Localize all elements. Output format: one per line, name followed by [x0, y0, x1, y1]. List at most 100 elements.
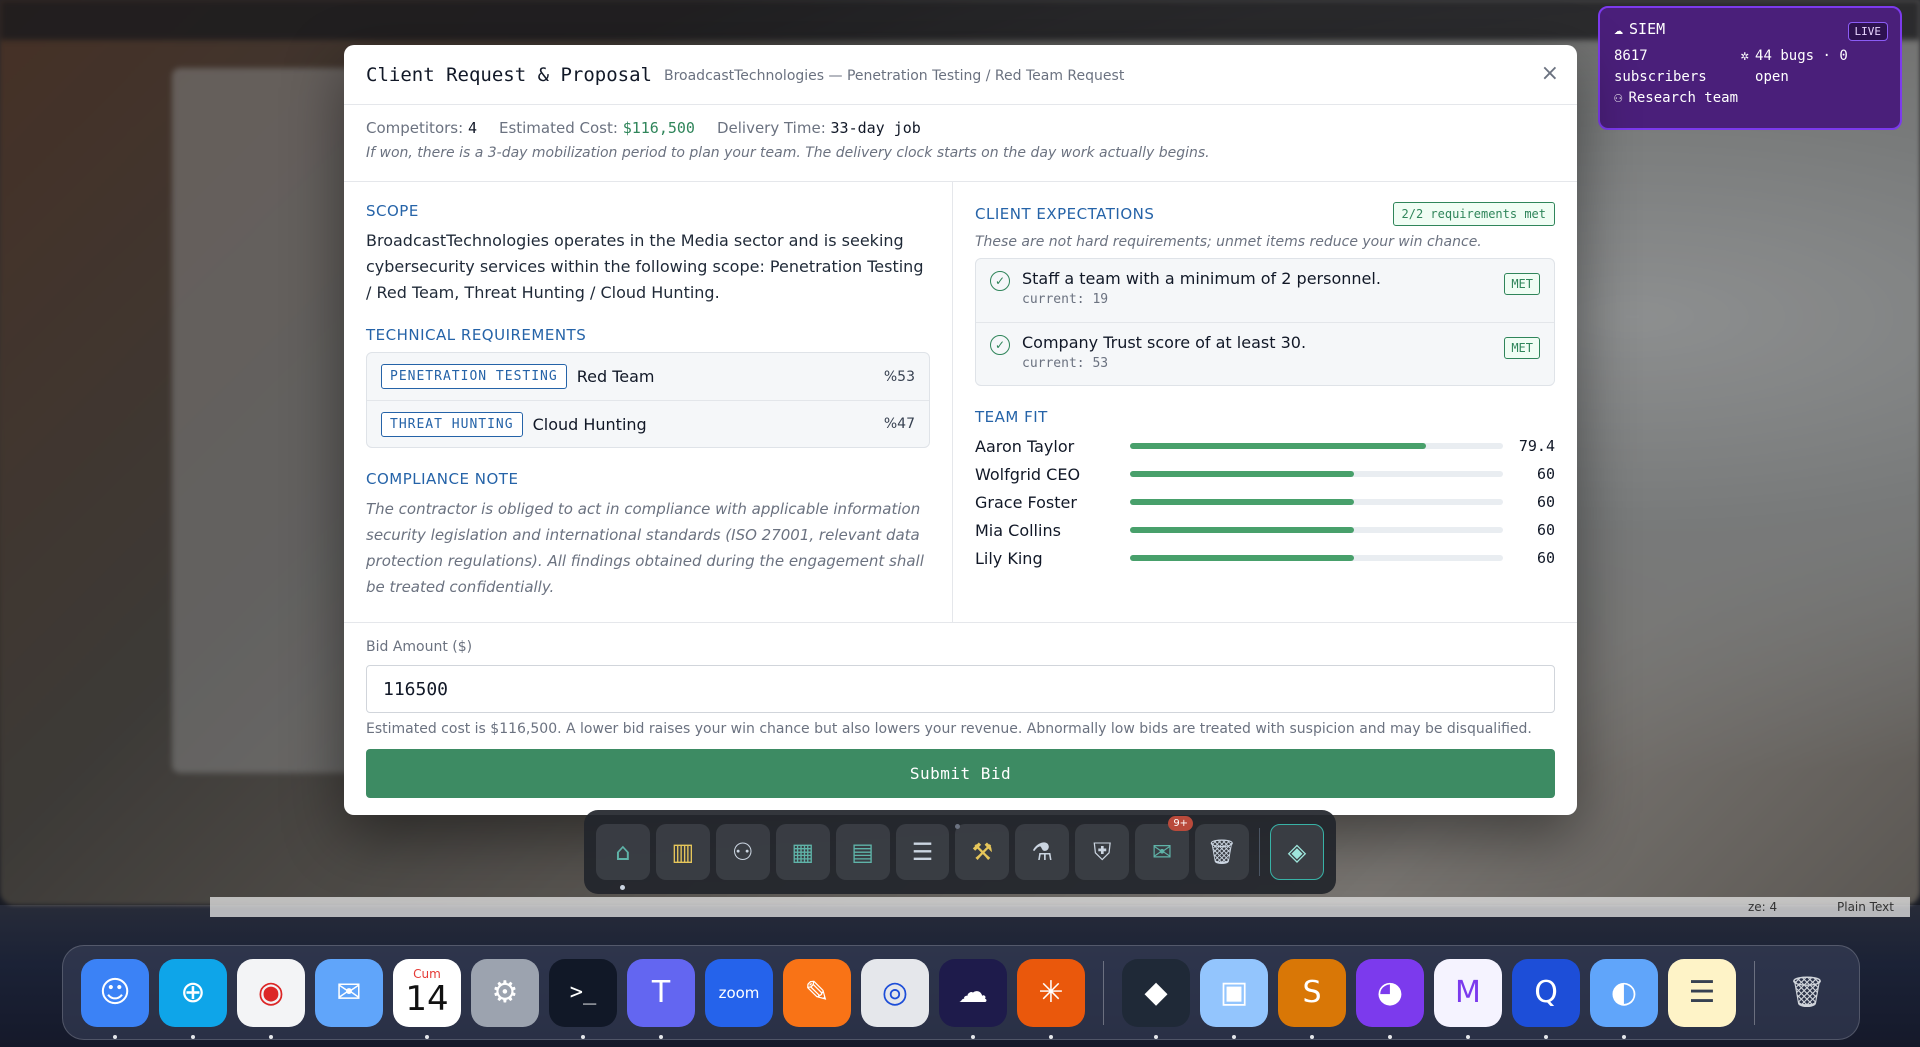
siem-title: SIEM	[1629, 20, 1666, 38]
right-column: CLIENT EXPECTATIONS 2/2 requirements met…	[953, 182, 1577, 622]
chrome-icon[interactable]: ◉	[237, 958, 305, 1039]
toolbar-divider	[1258, 828, 1260, 876]
team-fit-row: Lily King 60	[975, 544, 1555, 572]
competitors-stat: Competitors: 4	[366, 119, 477, 137]
dock-divider	[1754, 960, 1755, 1025]
safari-icon[interactable]: ⊕	[159, 958, 227, 1039]
calculator-icon[interactable]: ▦	[775, 824, 830, 880]
calendar-day: 14	[405, 978, 449, 1019]
pen-app-icon[interactable]: ✎	[783, 958, 851, 1027]
expectation-row: ✓ Company Trust score of at least 30. cu…	[976, 322, 1554, 385]
team-fit-title: TEAM FIT	[975, 408, 1048, 426]
close-icon[interactable]: ×	[1541, 63, 1559, 85]
mail-app-icon[interactable]: ✉	[315, 958, 383, 1027]
fit-value: 79.4	[1518, 437, 1555, 455]
fit-bar-fill	[1130, 471, 1354, 477]
requirement-tag: THREAT HUNTING	[381, 411, 523, 437]
server-icon[interactable]: ☰	[895, 824, 950, 880]
fit-bar-track	[1130, 443, 1503, 449]
requirement-percent: %53	[883, 368, 915, 385]
layers-icon[interactable]: ◈	[1269, 824, 1324, 880]
sublime-icon[interactable]: S	[1278, 958, 1346, 1039]
compliance-note-title: COMPLIANCE NOTE	[366, 470, 519, 488]
expectation-text: Staff a team with a minimum of 2 personn…	[1022, 269, 1381, 288]
calendar-icon[interactable]: Cum 14	[393, 958, 461, 1039]
quicktime-icon[interactable]: Q	[1512, 958, 1580, 1039]
bid-amount-label: Bid Amount ($)	[366, 639, 473, 655]
bid-section: Bid Amount ($) Estimated cost is $116,50…	[344, 623, 1577, 814]
fit-value: 60	[1536, 521, 1555, 539]
estimated-cost-label: Estimated Cost:	[498, 119, 618, 137]
dock-divider	[1103, 960, 1104, 1025]
flask-icon[interactable]: ⚗	[1015, 824, 1070, 880]
expectations-note: These are not hard requirements; unmet i…	[975, 234, 1482, 250]
bugs-text: 44 bugs · 0 open	[1755, 48, 1848, 85]
disk-utility-icon[interactable]: ◐	[1590, 958, 1658, 1039]
hammer-icon[interactable]: ⚒	[955, 824, 1010, 880]
requirement-percent: %47	[883, 416, 915, 432]
proton-app-icon[interactable]: ◎	[861, 958, 929, 1027]
trash-icon[interactable]: 🗑	[1195, 824, 1249, 880]
kanban-icon[interactable]: ▥	[655, 824, 710, 880]
github-icon[interactable]: ◕	[1356, 958, 1424, 1039]
fit-bar-fill	[1130, 555, 1354, 561]
left-column: SCOPE BroadcastTechnologies operates in …	[344, 182, 953, 622]
finder-icon[interactable]: ☺	[81, 958, 149, 1039]
estimated-cost-stat: Estimated Cost: $116,500	[499, 119, 695, 137]
trash-bin-icon[interactable]: 🗑	[1773, 959, 1841, 1027]
met-badge: MET	[1504, 273, 1540, 295]
fit-bar-track	[1130, 527, 1503, 533]
modal-subtitle: BroadcastTechnologies — Penetration Test…	[663, 68, 1125, 84]
technical-requirements-list: PENETRATION TESTING Red Team %53 THREAT …	[366, 352, 930, 448]
member-name: Grace Foster	[975, 492, 1077, 512]
delivery-time-label: Delivery Time:	[716, 119, 826, 137]
users-icon[interactable]: ⚇	[715, 824, 770, 880]
window-app-icon[interactable]: ▣	[1200, 958, 1268, 1039]
zoom-label: zoom	[718, 983, 760, 1002]
member-name: Wolfgrid CEO	[975, 464, 1081, 484]
siem-title-row: ☁ SIEM	[1614, 20, 1886, 38]
client-expectations-title: CLIENT EXPECTATIONS	[975, 205, 1155, 223]
team-fit-row: Aaron Taylor 79.4	[975, 432, 1555, 460]
delivery-time-stat: Delivery Time: 33-day job	[717, 119, 921, 137]
subscribers-count: 8617	[1614, 48, 1648, 64]
terminal-icon[interactable]: >_	[549, 958, 617, 1039]
team-fit-row: Wolfgrid CEO 60	[975, 460, 1555, 488]
fit-value: 60	[1536, 493, 1555, 511]
team-fit-row: Grace Foster 60	[975, 488, 1555, 516]
technical-requirements-title: TECHNICAL REQUIREMENTS	[366, 326, 587, 344]
team-fit-list: Aaron Taylor 79.4 Wolfgrid CEO 60 Grace …	[975, 432, 1555, 572]
building-icon[interactable]: ▤	[835, 824, 890, 880]
macos-dock: ☺ ⊕ ◉ ✉ Cum 14 ⚙ >_ T zoom ✎ ◎ ☁ ✳ ◆ ▣ S…	[62, 945, 1860, 1040]
notes-icon[interactable]: ☰	[1668, 958, 1736, 1027]
bid-hint: Estimated cost is $116,500. A lower bid …	[366, 721, 1532, 737]
bid-amount-input[interactable]	[366, 665, 1555, 713]
background-editor-statusbar: ze: 4 Plain Text	[210, 897, 1910, 917]
zoom-icon[interactable]: zoom	[705, 958, 773, 1027]
mail-client-icon[interactable]: M	[1434, 958, 1502, 1039]
store-icon[interactable]: ⌂	[596, 824, 650, 890]
bug-icon: ✲	[1740, 48, 1750, 64]
shield-icon[interactable]: ⛨	[1075, 824, 1130, 880]
cloud-shell-icon[interactable]: ☁	[939, 958, 1007, 1039]
expectation-current: current: 53	[1022, 356, 1109, 371]
fit-value: 60	[1536, 549, 1555, 567]
siem-subscribers: 8617 subscribers	[1614, 46, 1741, 88]
cube-app-icon[interactable]: ◆	[1122, 958, 1190, 1039]
member-name: Aaron Taylor	[975, 436, 1075, 456]
claude-icon[interactable]: ✳	[1017, 958, 1085, 1039]
estimated-cost-value: $116,500	[622, 119, 695, 137]
fit-bar-track	[1130, 555, 1503, 561]
competitors-value: 4	[467, 119, 477, 137]
expectations-header: CLIENT EXPECTATIONS 2/2 requirements met	[975, 202, 1555, 226]
live-badge: LIVE	[1847, 22, 1888, 41]
fit-bar-track	[1130, 499, 1503, 505]
mail-icon[interactable]: ✉ 9+	[1135, 816, 1194, 880]
system-settings-icon[interactable]: ⚙	[471, 958, 539, 1027]
siem-widget[interactable]: ☁ SIEM LIVE 8617 subscribers ✲ 44 bugs ·…	[1598, 6, 1902, 130]
scope-text: BroadcastTechnologies operates in the Me…	[366, 231, 924, 302]
requirement-tag: PENETRATION TESTING	[381, 364, 567, 389]
teams-icon[interactable]: T	[627, 958, 695, 1039]
submit-bid-button[interactable]: Submit Bid	[366, 749, 1555, 798]
fit-bar-fill	[1130, 527, 1354, 533]
